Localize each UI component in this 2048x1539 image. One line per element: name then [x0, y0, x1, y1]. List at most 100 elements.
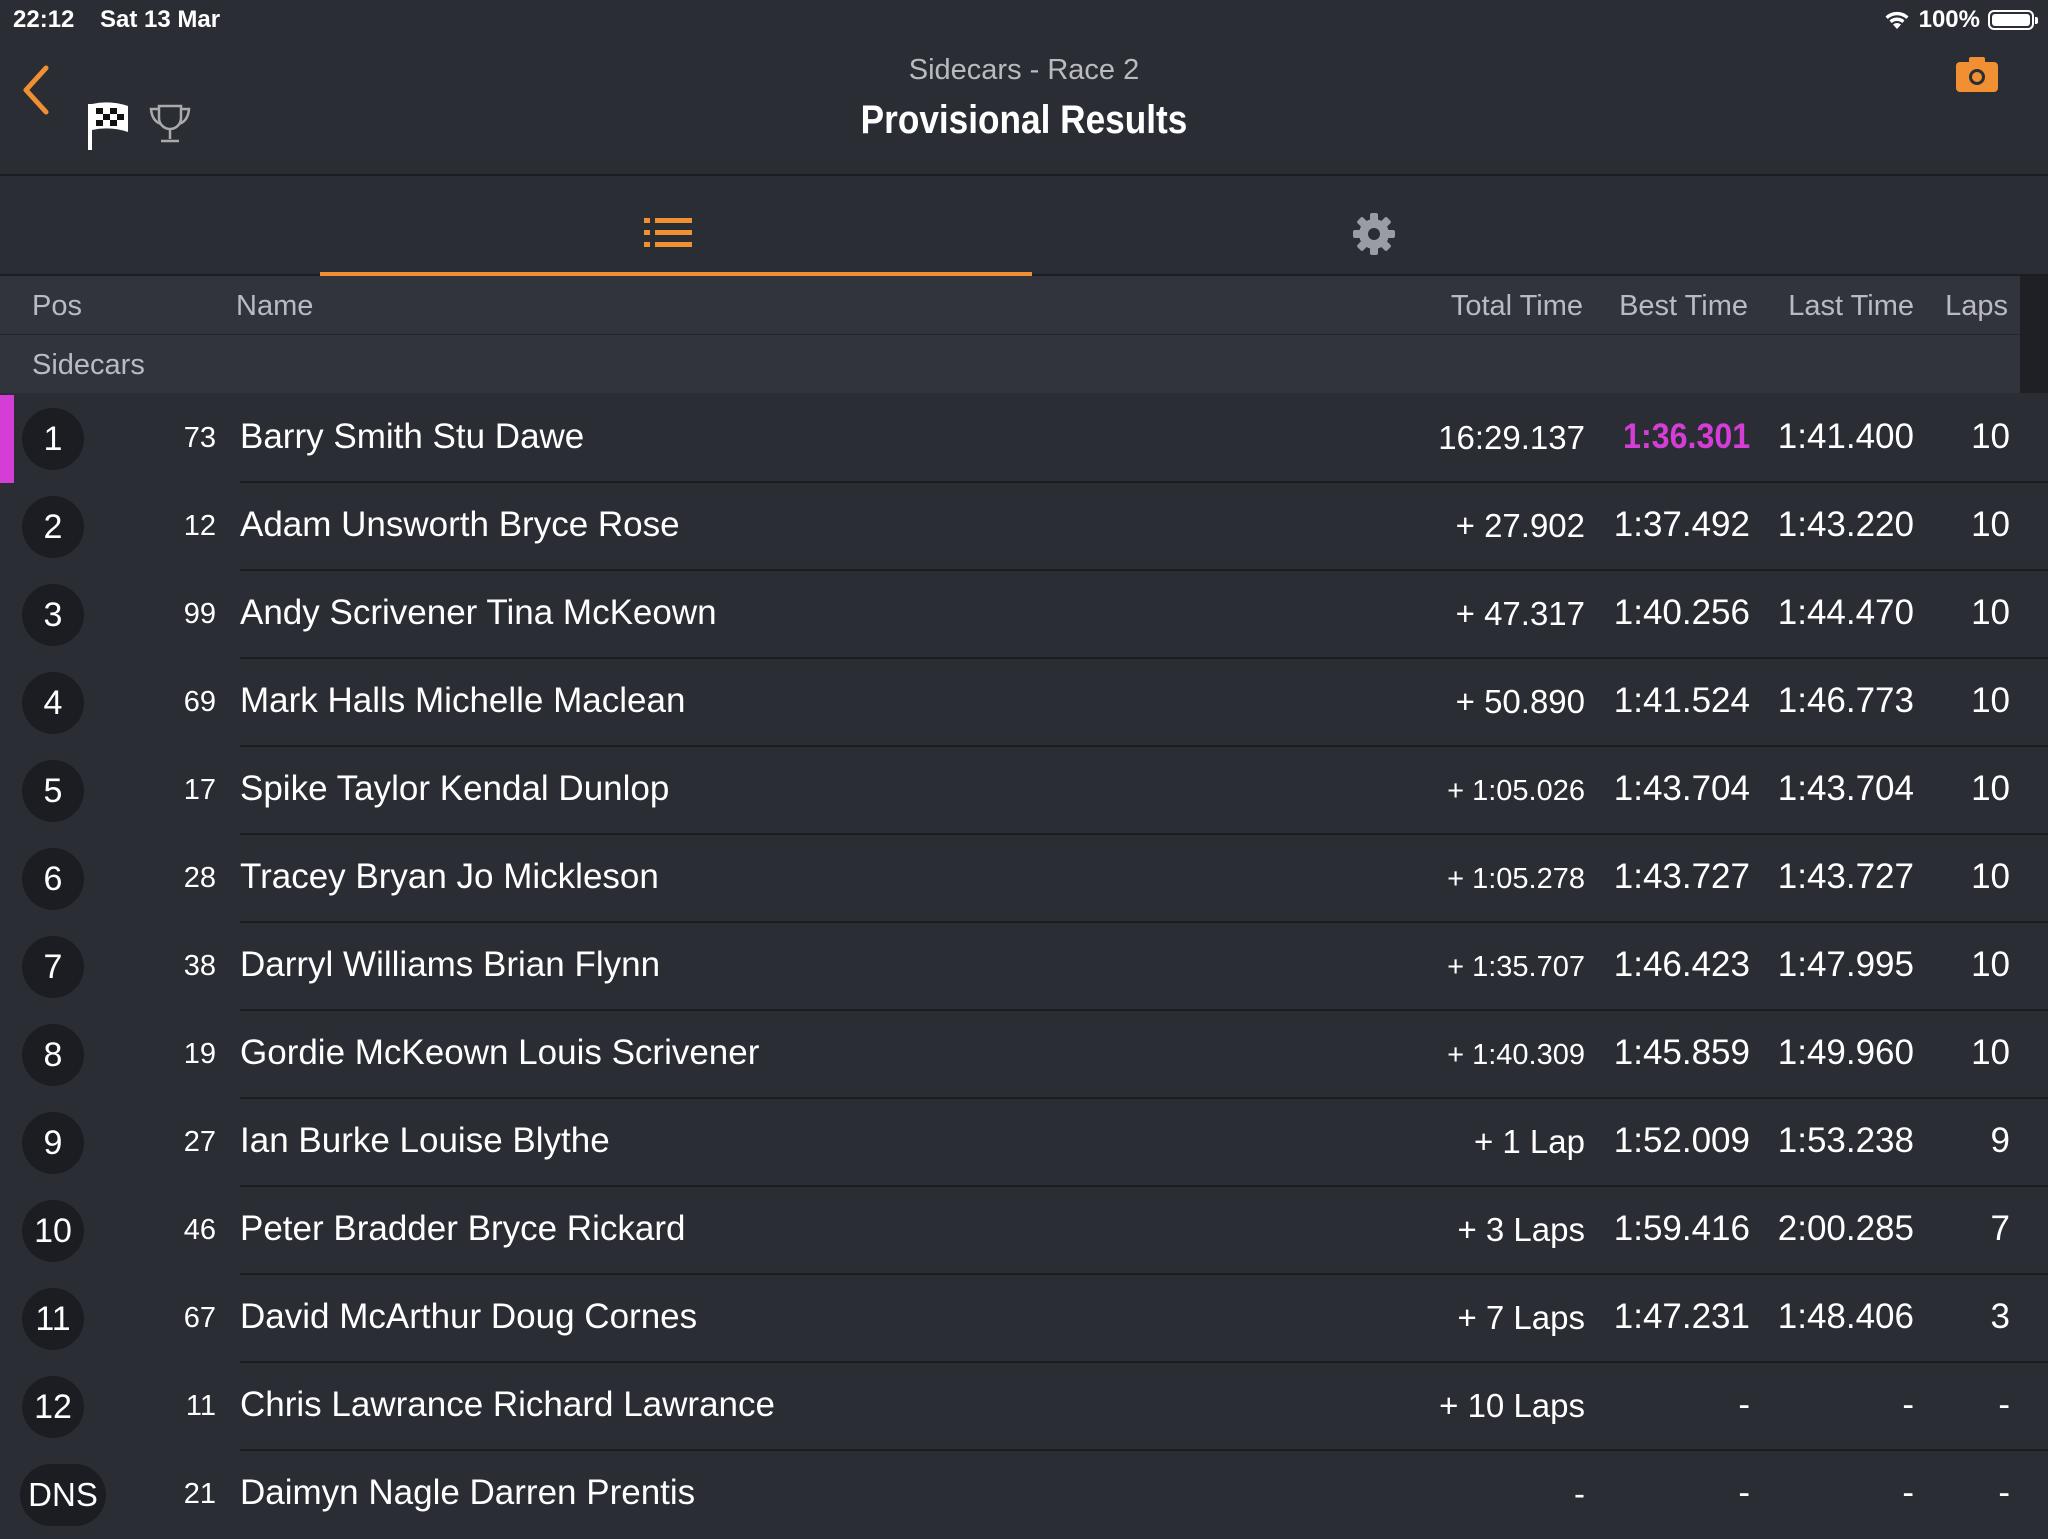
position-badge: 3: [22, 584, 84, 646]
column-header-last-time[interactable]: Last Time: [1788, 290, 1914, 323]
total-time: + 1 Lap: [1473, 1123, 1585, 1160]
position-badge: 5: [22, 760, 84, 822]
battery-icon: [1988, 10, 2038, 30]
result-row[interactable]: 10 46 Peter Bradder Bryce Rickard + 3 La…: [0, 1187, 2048, 1275]
tab-bar: [0, 176, 2048, 276]
best-time: 1:40.256: [1613, 593, 1750, 632]
result-row[interactable]: 9 27 Ian Burke Louise Blythe + 1 Lap 1:5…: [0, 1099, 2048, 1187]
result-row[interactable]: 4 69 Mark Halls Michelle Maclean + 50.89…: [0, 659, 2048, 747]
tab-settings[interactable]: [1020, 176, 1732, 274]
race-number: 46: [183, 1214, 216, 1246]
result-row[interactable]: 7 38 Darryl Williams Brian Flynn + 1:35.…: [0, 923, 2048, 1011]
race-number: 21: [183, 1478, 216, 1510]
laps: -: [1998, 1473, 2010, 1512]
laps: 9: [1990, 1121, 2010, 1160]
results-list: 1 73 Barry Smith Stu Dawe 16:29.137 1:36…: [0, 395, 2048, 1539]
rider-names: Gordie McKeown Louis Scrivener: [240, 1033, 760, 1072]
total-time: 16:29.137: [1438, 419, 1585, 456]
column-header-name[interactable]: Name: [236, 290, 313, 323]
last-time: 2:00.285: [1777, 1209, 1914, 1248]
laps: 7: [1990, 1209, 2010, 1248]
result-row[interactable]: 5 17 Spike Taylor Kendal Dunlop + 1:05.0…: [0, 747, 2048, 835]
rider-names: Andy Scrivener Tina McKeown: [240, 593, 717, 632]
scrollbar[interactable]: [2020, 276, 2048, 393]
total-time: + 1:40.309: [1447, 1039, 1585, 1071]
total-time: + 7 Laps: [1457, 1299, 1585, 1336]
rider-names: Spike Taylor Kendal Dunlop: [240, 769, 670, 808]
position-badge: 6: [22, 848, 84, 910]
rider-names: Darryl Williams Brian Flynn: [240, 945, 661, 984]
last-time: -: [1902, 1385, 1914, 1424]
last-time: 1:43.727: [1777, 857, 1914, 896]
total-time: + 1:05.026: [1447, 775, 1585, 807]
laps: 3: [1990, 1297, 2010, 1336]
race-number: 28: [183, 862, 216, 894]
page-title: Provisional Results: [860, 98, 1188, 142]
best-time: -: [1738, 1385, 1750, 1424]
table-header: Pos Name Total Time Best Time Last Time …: [0, 276, 2020, 335]
result-row[interactable]: 2 12 Adam Unsworth Bryce Rose + 27.902 1…: [0, 483, 2048, 571]
position-badge: 8: [22, 1024, 84, 1086]
best-time: -: [1738, 1473, 1750, 1512]
race-number: 69: [183, 686, 216, 718]
position-badge: 4: [22, 672, 84, 734]
best-time: 1:59.416: [1613, 1209, 1750, 1248]
position-badge: 10: [22, 1200, 84, 1262]
laps: -: [1998, 1385, 2010, 1424]
result-row[interactable]: DNS 21 Daimyn Nagle Darren Prentis - - -…: [0, 1451, 2048, 1539]
race-number: 73: [183, 422, 216, 454]
group-label: Sidecars: [32, 349, 145, 381]
result-row[interactable]: 8 19 Gordie McKeown Louis Scrivener + 1:…: [0, 1011, 2048, 1099]
laps: 10: [1971, 417, 2010, 456]
best-time: 1:41.524: [1613, 681, 1750, 720]
race-number: 11: [185, 1390, 216, 1422]
last-time: -: [1902, 1473, 1914, 1512]
laps: 10: [1971, 1033, 2010, 1072]
rider-names: Barry Smith Stu Dawe: [240, 417, 585, 456]
column-header-pos[interactable]: Pos: [32, 290, 82, 323]
position-badge: 11: [22, 1288, 84, 1350]
laps: 10: [1971, 857, 2010, 896]
best-time: 1:47.231: [1613, 1297, 1750, 1336]
last-time: 1:47.995: [1777, 945, 1914, 984]
laps: 10: [1971, 769, 2010, 808]
best-time: 1:43.727: [1613, 857, 1750, 896]
result-row[interactable]: 11 67 David McArthur Doug Cornes + 7 Lap…: [0, 1275, 2048, 1363]
tab-results-list[interactable]: [320, 176, 1032, 276]
position-badge: 1: [22, 408, 84, 470]
wifi-icon: [1885, 11, 1909, 29]
rider-names: Adam Unsworth Bryce Rose: [240, 505, 680, 544]
result-row[interactable]: 6 28 Tracey Bryan Jo Mickleson + 1:05.27…: [0, 835, 2048, 923]
laps: 10: [1971, 505, 2010, 544]
column-header-laps[interactable]: Laps: [1945, 290, 2008, 323]
race-number: 19: [183, 1038, 216, 1070]
laps: 10: [1971, 945, 2010, 984]
race-number: 17: [183, 774, 216, 806]
gear-icon: [1353, 213, 1395, 255]
leader-accent-bar: [0, 395, 14, 483]
nav-bar: Sidecars - Race 2 Provisional Results: [0, 40, 2048, 176]
laps: 10: [1971, 593, 2010, 632]
status-right: 100%: [1883, 6, 2038, 34]
camera-icon[interactable]: [1954, 54, 2000, 94]
column-header-best-time[interactable]: Best Time: [1619, 290, 1748, 323]
column-header-total-time[interactable]: Total Time: [1451, 290, 1583, 323]
rider-names: Peter Bradder Bryce Rickard: [240, 1209, 686, 1248]
rider-names: Tracey Bryan Jo Mickleson: [240, 857, 659, 896]
result-row[interactable]: 1 73 Barry Smith Stu Dawe 16:29.137 1:36…: [0, 395, 2048, 483]
last-time: 1:43.220: [1777, 505, 1914, 544]
race-number: 12: [183, 510, 216, 542]
laps: 10: [1971, 681, 2010, 720]
best-time: 1:45.859: [1613, 1033, 1750, 1072]
result-row[interactable]: 3 99 Andy Scrivener Tina McKeown + 47.31…: [0, 571, 2048, 659]
race-number: 27: [183, 1126, 216, 1158]
best-time: 1:37.492: [1613, 505, 1750, 544]
rider-names: David McArthur Doug Cornes: [240, 1297, 698, 1336]
last-time: 1:43.704: [1777, 769, 1914, 808]
result-row[interactable]: 12 11 Chris Lawrance Richard Lawrance + …: [0, 1363, 2048, 1451]
total-time: + 1:35.707: [1447, 951, 1585, 983]
status-bar: 22:12 Sat 13 Mar 100%: [0, 0, 2048, 40]
rider-names: Daimyn Nagle Darren Prentis: [240, 1473, 696, 1512]
total-time: + 1:05.278: [1447, 863, 1585, 895]
rider-names: Chris Lawrance Richard Lawrance: [240, 1385, 775, 1424]
